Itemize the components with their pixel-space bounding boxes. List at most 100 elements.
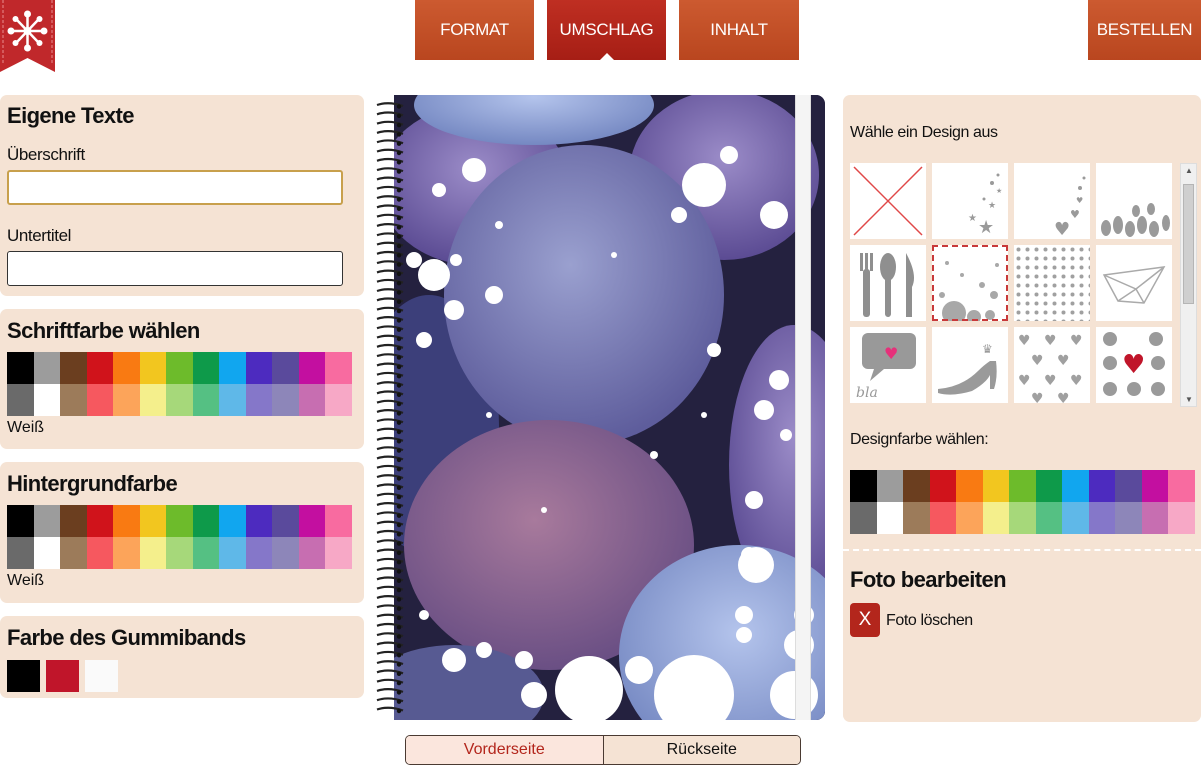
design-tile-shoe[interactable]: ♛ bbox=[932, 327, 1008, 403]
design-tile-cutlery[interactable] bbox=[850, 245, 926, 321]
color-swatch[interactable] bbox=[33, 505, 60, 537]
color-swatch[interactable] bbox=[272, 384, 299, 416]
design-tile-paperboat[interactable] bbox=[1096, 245, 1172, 321]
color-swatch[interactable] bbox=[7, 352, 34, 384]
color-swatch[interactable] bbox=[219, 505, 246, 537]
color-swatch[interactable] bbox=[60, 505, 87, 537]
color-swatch[interactable] bbox=[139, 352, 166, 384]
design-tile-dots[interactable] bbox=[1014, 245, 1090, 321]
color-swatch[interactable] bbox=[272, 505, 299, 537]
color-swatch[interactable] bbox=[1141, 470, 1168, 502]
tab-format[interactable]: FORMAT bbox=[415, 0, 534, 60]
design-tile-stars[interactable]: ★ ★ ★ ★ bbox=[932, 163, 1008, 239]
color-swatch[interactable] bbox=[113, 537, 140, 569]
color-swatch[interactable] bbox=[113, 505, 140, 537]
tab-umschlag[interactable]: UMSCHLAG bbox=[547, 0, 666, 60]
back-side-button[interactable]: Rückseite bbox=[603, 736, 800, 764]
color-swatch[interactable] bbox=[139, 505, 166, 537]
color-swatch[interactable] bbox=[876, 502, 903, 534]
color-swatch[interactable] bbox=[956, 502, 983, 534]
color-swatch[interactable] bbox=[298, 505, 325, 537]
color-swatch[interactable] bbox=[1115, 470, 1142, 502]
color-swatch[interactable] bbox=[113, 384, 140, 416]
design-tile-hearts[interactable]: ♥ ♥ ♥ bbox=[1014, 163, 1090, 240]
scroll-thumb[interactable] bbox=[1183, 184, 1194, 304]
color-swatch[interactable] bbox=[956, 470, 983, 502]
color-swatch[interactable] bbox=[1009, 470, 1036, 502]
color-swatch[interactable] bbox=[245, 537, 272, 569]
color-swatch[interactable] bbox=[192, 537, 219, 569]
color-swatch[interactable] bbox=[929, 502, 956, 534]
color-swatch[interactable] bbox=[139, 384, 166, 416]
scroll-up-icon[interactable]: ▲ bbox=[1185, 166, 1193, 175]
color-swatch[interactable] bbox=[325, 384, 352, 416]
color-swatch[interactable] bbox=[166, 537, 193, 569]
color-swatch[interactable] bbox=[850, 502, 877, 534]
band-color-white[interactable] bbox=[85, 660, 118, 692]
color-swatch[interactable] bbox=[219, 352, 246, 384]
design-tile-splatter[interactable] bbox=[932, 245, 1008, 325]
design-grid-scrollbar[interactable]: ▲ ▼ bbox=[1180, 163, 1197, 407]
color-swatch[interactable] bbox=[1088, 470, 1115, 502]
color-swatch[interactable] bbox=[1035, 502, 1062, 534]
color-swatch[interactable] bbox=[139, 537, 166, 569]
color-swatch[interactable] bbox=[166, 384, 193, 416]
color-swatch[interactable] bbox=[1062, 470, 1089, 502]
design-tile-small-hearts[interactable]: ♥ ♥ ♥ ♥ ♥ ♥ ♥ ♥ ♥ ♥ bbox=[1014, 327, 1090, 407]
delete-photo-label[interactable]: Foto löschen bbox=[886, 612, 973, 630]
color-swatch[interactable] bbox=[219, 384, 246, 416]
color-swatch[interactable] bbox=[245, 384, 272, 416]
color-swatch[interactable] bbox=[929, 470, 956, 502]
color-swatch[interactable] bbox=[33, 352, 60, 384]
color-swatch[interactable] bbox=[219, 537, 246, 569]
color-swatch[interactable] bbox=[7, 505, 34, 537]
color-swatch[interactable] bbox=[245, 505, 272, 537]
color-swatch[interactable] bbox=[86, 505, 113, 537]
order-button[interactable]: BESTELLEN bbox=[1088, 0, 1201, 60]
color-swatch[interactable] bbox=[33, 384, 60, 416]
color-swatch[interactable] bbox=[245, 352, 272, 384]
color-swatch[interactable] bbox=[1088, 502, 1115, 534]
delete-photo-button[interactable]: X bbox=[850, 603, 880, 637]
color-swatch[interactable] bbox=[7, 537, 34, 569]
color-swatch[interactable] bbox=[850, 470, 877, 502]
color-swatch[interactable] bbox=[192, 384, 219, 416]
band-color-black[interactable] bbox=[7, 660, 40, 692]
color-swatch[interactable] bbox=[166, 352, 193, 384]
color-swatch[interactable] bbox=[33, 537, 60, 569]
heading-input[interactable] bbox=[7, 170, 343, 205]
color-swatch[interactable] bbox=[876, 470, 903, 502]
color-swatch[interactable] bbox=[325, 537, 352, 569]
scroll-down-icon[interactable]: ▼ bbox=[1185, 395, 1193, 404]
color-swatch[interactable] bbox=[86, 352, 113, 384]
band-color-red[interactable] bbox=[46, 660, 79, 692]
color-swatch[interactable] bbox=[325, 352, 352, 384]
color-swatch[interactable] bbox=[298, 352, 325, 384]
color-swatch[interactable] bbox=[192, 352, 219, 384]
design-tile-none[interactable] bbox=[850, 163, 926, 239]
color-swatch[interactable] bbox=[113, 352, 140, 384]
color-swatch[interactable] bbox=[7, 384, 34, 416]
color-swatch[interactable] bbox=[1168, 502, 1195, 534]
color-swatch[interactable] bbox=[60, 384, 87, 416]
color-swatch[interactable] bbox=[86, 384, 113, 416]
color-swatch[interactable] bbox=[1062, 502, 1089, 534]
color-swatch[interactable] bbox=[298, 537, 325, 569]
color-swatch[interactable] bbox=[60, 537, 87, 569]
front-side-button[interactable]: Vorderseite bbox=[406, 736, 604, 764]
logo-bookmark[interactable] bbox=[0, 0, 55, 72]
color-swatch[interactable] bbox=[272, 352, 299, 384]
color-swatch[interactable] bbox=[903, 502, 930, 534]
color-swatch[interactable] bbox=[1009, 502, 1036, 534]
color-swatch[interactable] bbox=[298, 384, 325, 416]
color-swatch[interactable] bbox=[1168, 470, 1195, 502]
subtitle-input[interactable] bbox=[7, 251, 343, 286]
color-swatch[interactable] bbox=[1115, 502, 1142, 534]
color-swatch[interactable] bbox=[166, 505, 193, 537]
color-swatch[interactable] bbox=[1035, 470, 1062, 502]
design-tile-heart-dots[interactable]: ♥ bbox=[1096, 327, 1172, 403]
color-swatch[interactable] bbox=[1141, 502, 1168, 534]
color-swatch[interactable] bbox=[982, 470, 1009, 502]
design-tile-leaves[interactable] bbox=[1096, 163, 1172, 239]
color-swatch[interactable] bbox=[192, 505, 219, 537]
